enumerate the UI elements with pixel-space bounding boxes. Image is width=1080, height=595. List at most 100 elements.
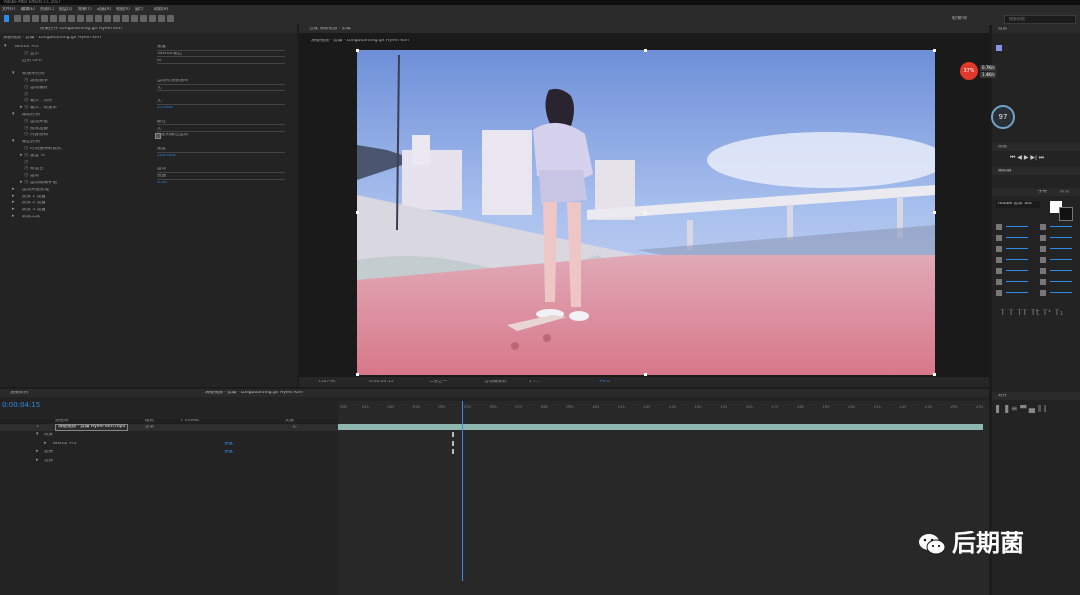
character-tab[interactable]: 字符 [1038, 190, 1047, 195]
text-style-buttons[interactable]: T T TT Tt T¹ T₁ [1000, 309, 1063, 318]
fx-row[interactable]: ▸ 前景 3 设置 [0, 207, 297, 214]
layer-duration-bar[interactable] [338, 424, 983, 430]
align-tab[interactable]: 对齐 [998, 394, 1007, 399]
tool-icon[interactable] [14, 15, 21, 22]
sublayer-reset[interactable]: 重置 [224, 450, 233, 455]
fx-row[interactable]: ◷ 输入：场序 无 [0, 98, 297, 105]
fx-row-arrow-icon[interactable]: ▸ [12, 194, 15, 199]
views-select[interactable]: 1个... [529, 380, 541, 385]
search-help-input[interactable]: 搜索帮助 [1004, 15, 1076, 24]
frame-handle-bl[interactable] [356, 373, 359, 376]
char-control-value[interactable] [1050, 281, 1072, 282]
tool-icon[interactable] [167, 15, 174, 22]
render-queue-tab[interactable]: 渲染队列 [10, 391, 28, 396]
workspace-label[interactable]: 必要项 [952, 16, 967, 21]
fx-row[interactable]: ◷ 源帧速率 自动检测帧速率 [0, 78, 297, 85]
tool-icon[interactable] [86, 15, 93, 22]
menu-item-2[interactable]: 合成(C) [40, 7, 54, 11]
stopwatch-icon[interactable]: ◷ [24, 180, 28, 185]
stopwatch-icon[interactable]: ◷ [24, 119, 28, 124]
fx-row-arrow-icon[interactable]: ▸ [12, 207, 15, 212]
effect-controls-tab[interactable]: 效果控件 Longboarding.gif Hyein Kim [40, 27, 122, 32]
fx-row-value[interactable]: 速度 [157, 147, 285, 153]
frame-handle-ml[interactable] [356, 211, 359, 214]
fx-row-arrow-icon[interactable]: ▸ [12, 187, 15, 192]
menu-item-5[interactable]: 动画(A) [97, 7, 111, 11]
char-control-row[interactable] [996, 223, 1076, 231]
memory-gauge[interactable]: 97 [991, 105, 1015, 129]
tool-icon[interactable] [140, 15, 147, 22]
frame-handle-mr[interactable] [933, 211, 936, 214]
fx-row-arrow-icon[interactable]: ▾ [12, 139, 15, 144]
col-trkmat[interactable]: T TrkMat [180, 419, 199, 424]
char-control-value[interactable] [1050, 248, 1072, 249]
char-control-value[interactable] [1006, 259, 1028, 260]
menu-item-1[interactable]: 编辑(E) [21, 7, 35, 11]
fx-row[interactable]: ▸ ◷ 输入：帧速率 25.000 [0, 105, 297, 112]
keyframe[interactable] [452, 441, 454, 446]
fx-row-value[interactable]: Twixtor输出 [157, 52, 285, 58]
tool-icon[interactable] [68, 15, 75, 22]
selection-tool-icon[interactable] [4, 15, 9, 22]
stopwatch-icon[interactable]: ◷ [24, 105, 28, 110]
comp-tab[interactable]: 滑板视频 · 剪辑 · Longboarding.gif Hyein Kim [205, 391, 303, 396]
stopwatch-icon[interactable]: ◷ [24, 146, 28, 151]
fx-row-arrow-icon[interactable]: ▾ [4, 44, 7, 49]
tool-icon[interactable] [77, 15, 84, 22]
fx-row[interactable]: ◷ 时间重映射模式 速度 [0, 146, 297, 153]
current-time[interactable]: 0:00:04:15 [2, 402, 40, 409]
layer-name[interactable]: 滑板视频 · 剪辑 Hyein Kim.mp4 [55, 424, 129, 431]
keyframe[interactable] [452, 432, 454, 437]
char-control-value[interactable] [1050, 237, 1072, 238]
fx-row-arrow-icon[interactable]: ▾ [12, 71, 15, 76]
preview-tab[interactable]: 预览 [998, 145, 1007, 150]
fx-row-arrow-icon[interactable]: ▸ [20, 153, 23, 158]
fx-row-value[interactable]: 0.00 [157, 181, 167, 186]
fx-row[interactable]: 启用 GPU 开 [0, 58, 297, 65]
font-select[interactable]: Adobe 黑体 Std [996, 201, 1040, 208]
stopwatch-icon[interactable]: ◷ [24, 85, 28, 90]
fx-row-value[interactable]: 自动检测帧速率 [157, 79, 285, 85]
camera-select[interactable]: 活动摄像机 [484, 380, 507, 385]
col-parent[interactable]: 父级 [285, 419, 294, 424]
fx-row[interactable]: ▸ 前景 2 设置 [0, 200, 297, 207]
timeline-sublayer-row[interactable]: ▸ 变换 重置 [0, 449, 338, 456]
char-control-row[interactable] [996, 289, 1076, 297]
composition-frame[interactable]: ✛ [356, 49, 947, 376]
stopwatch-icon[interactable]: ◷ [24, 126, 28, 131]
stopwatch-icon[interactable]: ◷ [24, 132, 28, 137]
timeline-sublayer-row[interactable]: ▸ Twixtor Pro 重置 [0, 441, 338, 448]
sublayer-reset[interactable]: 重置 [224, 442, 233, 447]
stopwatch-icon[interactable]: ◷ [24, 92, 28, 97]
char-control-value[interactable] [1050, 259, 1072, 260]
char-control-row[interactable] [996, 256, 1076, 264]
layer-row[interactable]: 1 滑板视频 · 剪辑 Hyein Kim.mp4 正常 无 [0, 424, 338, 431]
char-control-value[interactable] [1006, 237, 1028, 238]
fx-row-arrow-icon[interactable]: ▸ [20, 180, 23, 185]
char-control-value[interactable] [1050, 292, 1072, 293]
fx-row[interactable]: ◷ 运动 扭曲 [0, 173, 297, 180]
fx-row[interactable]: ▾ Twixtor Pro 重置 [0, 44, 297, 51]
timeline-sublayer-row[interactable]: ▾ 效果 [0, 432, 338, 439]
layer-parent[interactable]: 无 [292, 425, 297, 430]
fx-row[interactable]: ◷ 运动偏好 无 [0, 85, 297, 92]
fx-row-value[interactable]: 开 [157, 59, 285, 65]
tool-icon[interactable] [149, 15, 156, 22]
tool-icon[interactable] [131, 15, 138, 22]
timeline-graph-area[interactable]: 00s 01s 02s 03s 04s 05s 06s 07s 08s 09s 10s 11s 12s 1… [338, 401, 989, 595]
timeline-sublayer-row[interactable]: ▸ 音频 [0, 458, 338, 465]
frame-handle-tl[interactable] [356, 49, 359, 52]
viewer-breadcrumb[interactable]: 滑板视频 · 剪辑 · Longboarding.gif Hyein Kim [311, 39, 409, 44]
fx-row[interactable]: ◷ [0, 92, 297, 99]
fx-row-value[interactable]: 无 [157, 99, 285, 105]
char-control-value[interactable] [1006, 281, 1028, 282]
menu-item-8[interactable]: 帮助(H) [154, 7, 168, 11]
fx-row-value[interactable]: 扭曲 [157, 174, 285, 180]
tool-icon[interactable] [95, 15, 102, 22]
stopwatch-icon[interactable]: ◷ [24, 160, 28, 165]
tool-icon[interactable] [41, 15, 48, 22]
fx-row-value[interactable]: 使用最佳运动 [161, 133, 188, 138]
tool-icon[interactable] [50, 15, 57, 22]
zoom-level[interactable]: (107%) [319, 380, 335, 385]
char-control-row[interactable] [996, 245, 1076, 253]
